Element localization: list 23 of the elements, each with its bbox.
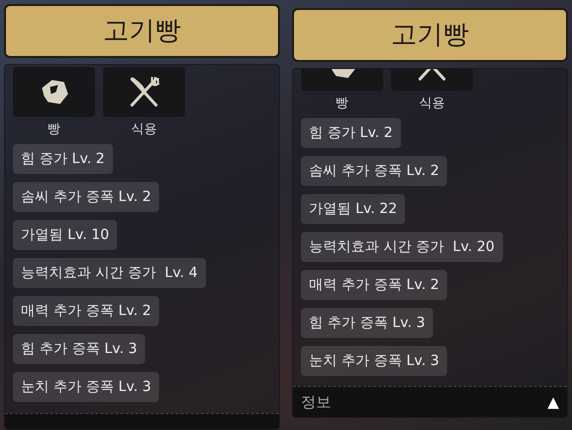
effect-tag: 눈치 추가 증폭 Lv. 3 (301, 346, 448, 376)
effect-tag: 솜씨 추가 증폭 Lv. 2 (13, 182, 160, 212)
category-label: 빵 (46, 121, 62, 139)
panel-title: 고기빵 (4, 4, 280, 58)
info-label: 정보 (301, 392, 331, 413)
info-bar[interactable]: 정보 ▲ (293, 386, 567, 417)
effect-tag: 힘 추가 증폭 Lv. 3 (301, 308, 434, 338)
effect-tag: 힘 추가 증폭 Lv. 3 (13, 334, 146, 364)
effect-tag: 가열됨 Lv. 10 (13, 220, 118, 250)
effect-tag: 능력치효과 시간 증가 Lv. 4 (13, 258, 206, 288)
effect-tag: 눈치 추가 증폭 Lv. 3 (13, 372, 160, 402)
effect-tag: 매력 추가 증폭 Lv. 2 (301, 270, 448, 300)
category-label: 식용 (130, 121, 158, 139)
panel-title: 고기빵 (292, 8, 568, 62)
effect-tag: 매력 추가 증폭 Lv. 2 (13, 296, 160, 326)
effect-tag: 가열됨 Lv. 22 (301, 194, 406, 224)
category-label: 식용 (418, 95, 446, 113)
toggle-icon[interactable]: ▲ (547, 390, 559, 414)
effect-tag: 힘 증가 Lv. 2 (301, 118, 401, 148)
effect-tag: 솜씨 추가 증폭 Lv. 2 (301, 156, 448, 186)
effect-tag: 힘 증가 Lv. 2 (13, 144, 113, 174)
category-label: 빵 (334, 95, 350, 113)
effect-tag: 능력치효과 시간 증가 Lv. 20 (301, 232, 503, 262)
